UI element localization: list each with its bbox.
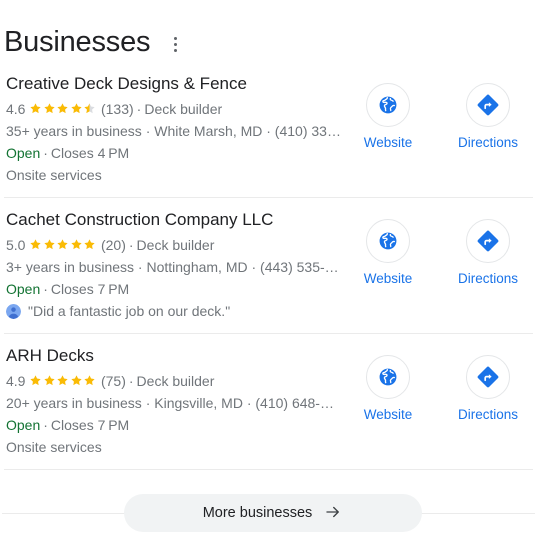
directions-icon: [466, 83, 510, 127]
hours-row: Open · Closes 7 PM: [6, 415, 341, 435]
business-meta: 3+ years in business · Nottingham, MD · …: [6, 259, 341, 275]
reviewer-avatar-icon: [6, 303, 28, 319]
listing-extra: Onsite services: [6, 437, 341, 457]
listing-info: Creative Deck Designs & Fence 4.6 (133) · De…: [4, 72, 341, 185]
rating-row: 4.9 (75) · Deck builder: [6, 371, 341, 391]
directions-icon: [466, 355, 510, 399]
closing-time: Closes 4 PM: [50, 145, 130, 161]
website-action[interactable]: Website: [357, 355, 419, 424]
star-rating: [29, 374, 97, 387]
business-list: Creative Deck Designs & Fence 4.6 (133) · De…: [0, 62, 545, 470]
listing-info: ARH Decks 4.9 (75) · Deck builder 20+ years i…: [4, 344, 341, 457]
rating-star: [43, 102, 56, 115]
extra-text: "Did a fantastic job on our deck.": [28, 303, 231, 319]
closing-time: Closes 7 PM: [50, 417, 130, 433]
rating-star: [70, 374, 83, 387]
separator: ·: [128, 237, 134, 253]
panel-footer: More businesses: [0, 484, 545, 542]
business-name[interactable]: ARH Decks: [6, 344, 341, 368]
rating-star: [83, 374, 96, 387]
action-label: Website: [363, 271, 413, 286]
directions-action[interactable]: Directions: [457, 219, 519, 288]
separator: ·: [43, 145, 48, 161]
rating-value: 5.0: [6, 237, 26, 253]
panel-header: Businesses: [0, 0, 545, 62]
hours-row: Open · Closes 4 PM: [6, 143, 341, 163]
business-meta: 35+ years in business · White Marsh, MD …: [6, 123, 341, 139]
separator: ·: [43, 417, 48, 433]
directions-action[interactable]: Directions: [457, 355, 519, 424]
listing-divider: [4, 469, 533, 470]
business-listing[interactable]: Creative Deck Designs & Fence 4.6 (133) · De…: [4, 62, 541, 197]
business-meta: 20+ years in business · Kingsville, MD ·…: [6, 395, 341, 411]
menu-dot: [173, 37, 177, 41]
business-listing[interactable]: ARH Decks 4.9 (75) · Deck builder 20+ years i…: [4, 334, 541, 469]
listing-actions: Website Directions: [357, 208, 541, 288]
menu-dot: [173, 42, 177, 47]
rating-star: [56, 102, 69, 115]
businesses-panel: Businesses Creative Deck Designs & Fence…: [0, 0, 545, 532]
action-label: Website: [363, 135, 413, 150]
action-label: Directions: [457, 407, 519, 422]
website-action[interactable]: Website: [357, 219, 419, 288]
rating-row: 5.0 (20) · Deck builder: [6, 235, 341, 255]
business-name[interactable]: Creative Deck Designs & Fence: [6, 72, 341, 96]
more-options-icon[interactable]: [164, 30, 186, 54]
directions-icon: [466, 219, 510, 263]
rating-star: [29, 374, 42, 387]
open-status: Open: [6, 281, 41, 297]
rating-star: [29, 102, 42, 115]
more-businesses-label: More businesses: [202, 505, 313, 521]
rating-row: 4.6 (133) · Deck builder: [6, 99, 341, 119]
extra-text: Onsite services: [6, 167, 102, 183]
action-label: Directions: [457, 135, 519, 150]
business-category: Deck builder: [136, 373, 215, 389]
business-category: Deck builder: [144, 101, 223, 117]
arrow-right-icon: [324, 503, 342, 524]
menu-dot: [173, 48, 177, 52]
listing-extra: Onsite services: [6, 165, 341, 185]
globe-icon: [366, 219, 410, 263]
rating-star: [56, 374, 69, 387]
extra-text: Onsite services: [6, 439, 102, 455]
rating-star: [70, 238, 83, 251]
listing-actions: Website Directions: [357, 72, 541, 152]
listing-actions: Website Directions: [357, 344, 541, 424]
rating-star: [43, 374, 56, 387]
business-listing[interactable]: Cachet Construction Company LLC 5.0 (20) · D…: [4, 198, 541, 333]
business-name[interactable]: Cachet Construction Company LLC: [6, 208, 341, 232]
open-status: Open: [6, 417, 41, 433]
open-status: Open: [6, 145, 41, 161]
globe-icon: [366, 83, 410, 127]
rating-value: 4.6: [6, 101, 26, 117]
listing-info: Cachet Construction Company LLC 5.0 (20) · D…: [4, 208, 341, 321]
closing-time: Closes 7 PM: [50, 281, 130, 297]
directions-action[interactable]: Directions: [457, 83, 519, 152]
globe-icon: [366, 355, 410, 399]
review-count: (20): [100, 237, 126, 253]
review-count: (133): [100, 101, 134, 117]
page-title: Businesses: [4, 26, 151, 58]
rating-star: [29, 238, 42, 251]
rating-star: [83, 102, 96, 115]
rating-value: 4.9: [6, 373, 26, 389]
separator: ·: [43, 281, 48, 297]
separator: ·: [136, 101, 142, 117]
rating-star: [83, 238, 96, 251]
review-count: (75): [100, 373, 126, 389]
action-label: Directions: [457, 271, 519, 286]
more-businesses-button[interactable]: More businesses: [123, 494, 422, 532]
website-action[interactable]: Website: [357, 83, 419, 152]
star-rating: [29, 238, 97, 251]
rating-star: [70, 102, 83, 115]
separator: ·: [128, 373, 134, 389]
star-rating: [29, 102, 97, 115]
rating-star: [56, 238, 69, 251]
hours-row: Open · Closes 7 PM: [6, 279, 341, 299]
listing-extra: "Did a fantastic job on our deck.": [6, 301, 341, 321]
business-category: Deck builder: [136, 237, 215, 253]
action-label: Website: [363, 407, 413, 422]
rating-star: [43, 238, 56, 251]
